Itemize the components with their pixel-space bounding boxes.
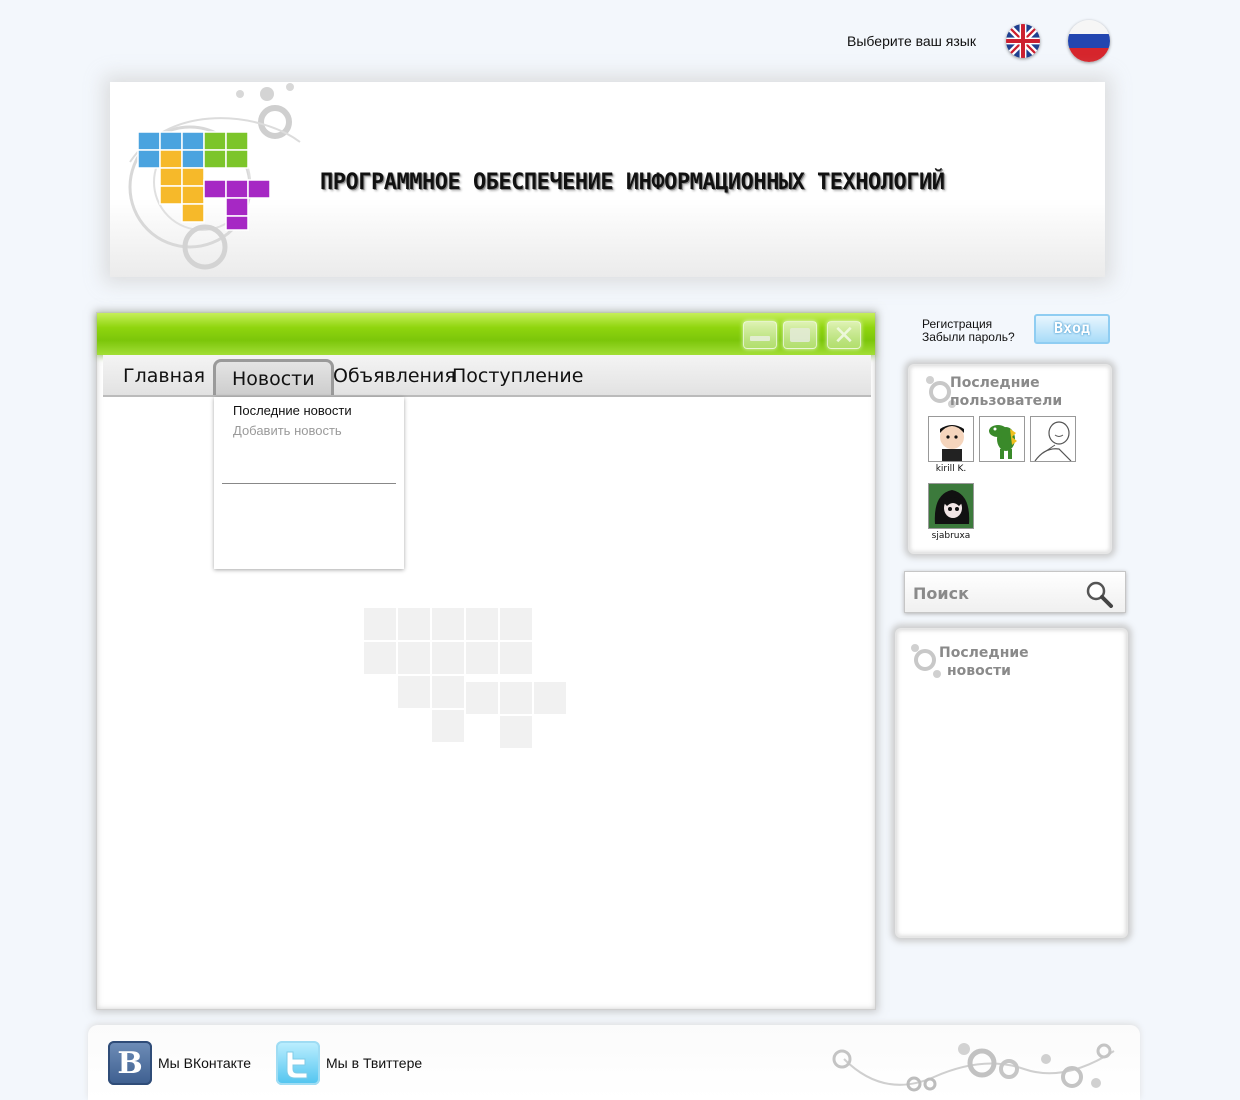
user-card[interactable] <box>1030 416 1076 464</box>
twitter-icon <box>276 1041 320 1085</box>
user-card[interactable]: sjabruxa <box>928 483 974 541</box>
main-navigation: Главная Новости Объявления Поступление <box>103 355 871 397</box>
menu-divider <box>222 483 396 484</box>
close-icon[interactable]: ✕ <box>827 321 861 349</box>
forgot-password-link[interactable]: Забыли пароль? <box>922 331 1015 344</box>
language-selector: Выберите ваш язык <box>847 20 1110 62</box>
site-title: Программное Обеспечение Информационных Т… <box>320 170 945 195</box>
nav-home[interactable]: Главная <box>123 365 205 387</box>
twitter-label: Мы в Твиттере <box>326 1055 423 1071</box>
search-icon[interactable] <box>1085 580 1115 608</box>
latest-news-heading: Последние новости <box>939 645 1029 679</box>
menu-item-latest-news[interactable]: Последние новости <box>233 403 352 418</box>
english-flag-icon[interactable] <box>1006 24 1040 58</box>
nav-announcements[interactable]: Объявления <box>333 365 456 387</box>
latest-users-panel: Последние пользователи kirill K. sjabrux… <box>908 364 1112 554</box>
username: kirill K. <box>935 464 967 474</box>
russian-flag-icon[interactable] <box>1068 20 1110 62</box>
news-dropdown-menu: Последние новости Добавить новость <box>214 397 404 569</box>
tetris-watermark <box>362 606 568 750</box>
search-box <box>904 571 1126 613</box>
vk-icon: B <box>108 1041 152 1085</box>
header-banner: Программное Обеспечение Информационных Т… <box>110 82 1105 277</box>
language-label: Выберите ваш язык <box>847 33 976 49</box>
swirl-decoration <box>832 1043 1115 1092</box>
login-button[interactable]: Вход <box>1034 314 1110 344</box>
maximize-icon[interactable] <box>783 321 817 349</box>
search-input[interactable] <box>913 580 1083 606</box>
window-title-bar: ✕ <box>97 313 875 355</box>
username: sjabruxa <box>931 531 971 541</box>
tetris-logo <box>137 131 271 231</box>
vk-link[interactable]: B Мы ВКонтакте <box>108 1041 251 1085</box>
user-card[interactable]: kirill K. <box>928 416 974 474</box>
latest-users-heading: Последние пользователи <box>950 375 1063 409</box>
twitter-link[interactable]: Мы в Твиттере <box>276 1041 422 1085</box>
menu-item-add-news[interactable]: Добавить новость <box>233 423 342 438</box>
latest-news-panel: Последние новости <box>895 628 1128 938</box>
nav-news[interactable]: Новости <box>213 359 334 395</box>
vk-label: Мы ВКонтакте <box>158 1055 251 1071</box>
minimize-icon[interactable] <box>743 321 777 349</box>
footer: B Мы ВКонтакте Мы в Твиттере <box>88 1025 1140 1100</box>
cartoon-boy-avatar <box>928 416 974 462</box>
green-dinosaur-avatar <box>979 416 1025 462</box>
auth-links: Регистрация Забыли пароль? <box>922 318 1015 344</box>
nav-admission[interactable]: Поступление <box>452 365 583 387</box>
dark-hair-girl-avatar <box>928 483 974 529</box>
sketch-face-avatar <box>1030 416 1076 462</box>
main-content-window: ✕ Главная Новости Объявления Поступление… <box>96 312 876 1010</box>
user-card[interactable] <box>979 416 1025 464</box>
